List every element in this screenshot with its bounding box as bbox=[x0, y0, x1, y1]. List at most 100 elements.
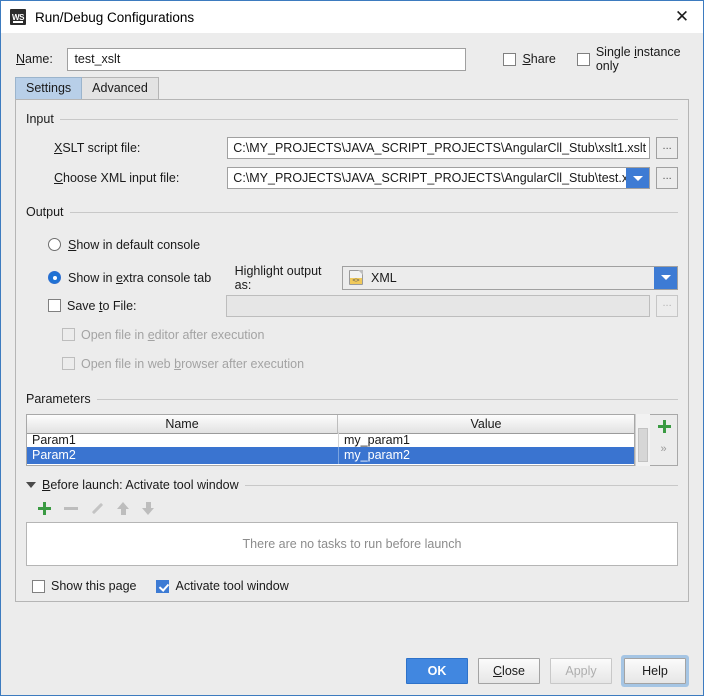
xslt-script-row: XSLT script file: C:\MY_PROJECTS\JAVA_SC… bbox=[54, 133, 678, 163]
show-in-default-console-label: Show in default console bbox=[68, 238, 200, 252]
xml-input-label: Choose XML input file: bbox=[54, 171, 227, 185]
ok-button[interactable]: OK bbox=[406, 658, 468, 684]
checkbox-box bbox=[62, 328, 75, 341]
name-input[interactable]: test_xslt bbox=[67, 48, 466, 71]
name-input-value: test_xslt bbox=[74, 52, 120, 66]
input-group-rows: XSLT script file: C:\MY_PROJECTS\JAVA_SC… bbox=[26, 126, 678, 193]
show-this-page-label: Show this page bbox=[51, 579, 136, 593]
share-checkbox[interactable]: Share bbox=[503, 52, 555, 66]
cell-value: my_param2 bbox=[338, 447, 634, 464]
settings-panel: Input XSLT script file: C:\MY_PROJECTS\J… bbox=[15, 99, 689, 602]
highlight-output-label: Highlight output as: bbox=[235, 264, 334, 292]
more-actions-button[interactable]: » bbox=[660, 443, 666, 455]
cell-value: my_param1 bbox=[338, 432, 634, 447]
dialog-body: Name: test_xslt Share Single instance on… bbox=[2, 33, 702, 647]
xml-input-row: Choose XML input file: C:\MY_PROJECTS\JA… bbox=[54, 163, 678, 193]
save-to-file-checkbox[interactable]: Save to File: bbox=[48, 299, 226, 313]
output-group-title: Output bbox=[26, 205, 678, 219]
add-parameter-button[interactable] bbox=[656, 418, 672, 434]
checkbox-box bbox=[32, 580, 45, 593]
parameters-table-scrollbar[interactable] bbox=[635, 414, 650, 466]
name-row: Name: test_xslt Share Single instance on… bbox=[2, 33, 702, 75]
open-file-in-editor-label: Open file in editor after execution bbox=[81, 328, 264, 342]
dialog-footer: OK Close Apply Help bbox=[2, 647, 702, 694]
share-label: Share bbox=[522, 52, 555, 66]
name-label: Name: bbox=[16, 52, 60, 66]
open-file-in-web-browser-checkbox: Open file in web browser after execution bbox=[62, 357, 304, 371]
show-this-page-checkbox[interactable]: Show this page bbox=[32, 579, 136, 593]
group-divider bbox=[97, 399, 678, 400]
window-title: Run/Debug Configurations bbox=[35, 10, 194, 25]
chevron-down-icon[interactable] bbox=[626, 167, 649, 189]
open-file-in-editor-checkbox: Open file in editor after execution bbox=[62, 328, 264, 342]
add-task-button[interactable] bbox=[36, 500, 52, 516]
parameters-group-title: Parameters bbox=[26, 392, 678, 406]
close-button[interactable]: Close bbox=[478, 658, 540, 684]
table-row[interactable]: Param2 my_param2 bbox=[27, 447, 634, 464]
highlight-output-value-wrap: XML bbox=[343, 270, 654, 285]
checkbox-box bbox=[48, 299, 61, 312]
radio-circle[interactable] bbox=[48, 271, 61, 284]
tab-advanced-label: Advanced bbox=[92, 81, 148, 95]
tab-advanced[interactable]: Advanced bbox=[81, 77, 159, 99]
xml-input-combo[interactable]: C:\MY_PROJECTS\JAVA_SCRIPT_PROJECTS\Angu… bbox=[227, 167, 650, 189]
triangle-down-icon[interactable] bbox=[26, 482, 36, 488]
save-to-file-row: Save to File: ... bbox=[48, 291, 678, 320]
before-launch-toolbar bbox=[26, 492, 678, 522]
cell-name: Param2 bbox=[27, 447, 338, 464]
title-bar: WS Run/Debug Configurations ✕ bbox=[1, 1, 703, 33]
xml-file-icon bbox=[349, 270, 363, 285]
checkbox-box bbox=[577, 53, 590, 66]
input-group-label: Input bbox=[26, 112, 54, 126]
save-to-file-browse-button[interactable]: ... bbox=[656, 295, 678, 317]
highlight-output-combo[interactable]: XML bbox=[342, 266, 678, 290]
single-instance-only-label: Single instance only bbox=[596, 45, 692, 73]
xslt-script-label: XSLT script file: bbox=[54, 141, 227, 155]
apply-button: Apply bbox=[550, 658, 612, 684]
activate-tool-window-label: Activate tool window bbox=[175, 579, 288, 593]
show-in-extra-console-label[interactable]: Show in extra console tab bbox=[68, 271, 229, 285]
xslt-script-input[interactable]: C:\MY_PROJECTS\JAVA_SCRIPT_PROJECTS\Angu… bbox=[227, 137, 650, 159]
tab-settings[interactable]: Settings bbox=[15, 77, 82, 99]
before-launch-task-list[interactable]: There are no tasks to run before launch bbox=[26, 522, 678, 566]
parameters-table-wrap: Name Value Param1 my_param1 Param2 my_pa… bbox=[26, 414, 678, 466]
output-group: Output Show in default console Show in e… bbox=[26, 205, 678, 378]
edit-task-button bbox=[90, 501, 105, 516]
before-launch-title: Before launch: Activate tool window bbox=[42, 478, 239, 492]
input-group: Input XSLT script file: C:\MY_PROJECTS\J… bbox=[26, 112, 678, 193]
xml-input-value: C:\MY_PROJECTS\JAVA_SCRIPT_PROJECTS\Angu… bbox=[233, 171, 626, 185]
parameters-group-label: Parameters bbox=[26, 392, 91, 406]
activate-tool-window-checkbox[interactable]: Activate tool window bbox=[156, 579, 288, 593]
xml-input-browse-button[interactable]: ... bbox=[656, 167, 678, 189]
xslt-script-browse-button[interactable]: ... bbox=[656, 137, 678, 159]
tab-bar: Settings Advanced bbox=[2, 76, 702, 99]
save-to-file-label: Save to File: bbox=[67, 299, 137, 313]
checkbox-box bbox=[156, 580, 169, 593]
webstorm-icon: WS bbox=[10, 9, 26, 25]
scrollbar-thumb[interactable] bbox=[638, 428, 648, 462]
input-group-title: Input bbox=[26, 112, 678, 126]
close-icon[interactable]: ✕ bbox=[667, 4, 697, 30]
show-in-extra-console-row: Show in extra console tab Highlight outp… bbox=[48, 264, 678, 291]
parameters-group: Parameters Name Value Param1 my_param1 bbox=[26, 392, 678, 466]
highlight-output-value: XML bbox=[371, 271, 397, 285]
move-up-button bbox=[117, 501, 130, 516]
save-to-file-input[interactable] bbox=[226, 295, 650, 317]
cell-name: Param1 bbox=[27, 432, 338, 447]
name-row-checkboxes: Share Single instance only bbox=[503, 45, 692, 73]
before-launch-header: Before launch: Activate tool window bbox=[26, 478, 678, 492]
group-divider bbox=[245, 485, 678, 486]
chevron-down-icon[interactable] bbox=[654, 267, 677, 289]
show-in-default-console-radio[interactable]: Show in default console bbox=[48, 231, 678, 258]
parameters-table[interactable]: Name Value Param1 my_param1 Param2 my_pa… bbox=[26, 414, 635, 466]
remove-task-button bbox=[64, 507, 78, 510]
table-row[interactable]: Param1 my_param1 bbox=[27, 432, 634, 447]
output-group-rows: Show in default console Show in extra co… bbox=[26, 219, 678, 378]
output-group-label: Output bbox=[26, 205, 64, 219]
help-button[interactable]: Help bbox=[624, 658, 686, 684]
tab-settings-label: Settings bbox=[26, 81, 71, 95]
open-in-browser-row: Open file in web browser after execution bbox=[48, 349, 678, 378]
group-divider bbox=[70, 212, 678, 213]
bottom-checkboxes: Show this page Activate tool window bbox=[26, 566, 678, 593]
single-instance-only-checkbox[interactable]: Single instance only bbox=[577, 45, 692, 73]
